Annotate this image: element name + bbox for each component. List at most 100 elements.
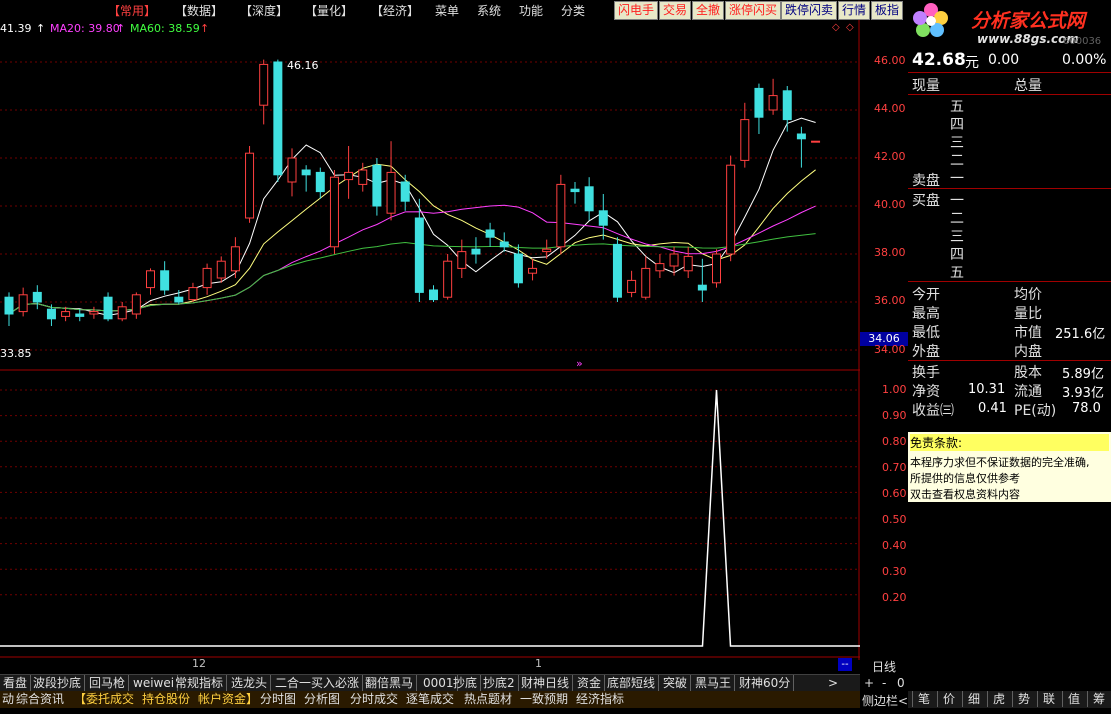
menu-economy[interactable]: 【经济】 <box>371 2 419 19</box>
date-label-1: 1 <box>535 657 542 670</box>
right-tab-7[interactable]: 筹 <box>1087 691 1110 707</box>
indicator-tab-4[interactable]: 常规指标 <box>172 675 228 691</box>
function-tab-3[interactable]: 持仓股份 <box>140 691 192 707</box>
quote-button[interactable]: 行情 <box>838 1 871 20</box>
ma60-line <box>8 233 816 315</box>
function-tab-4[interactable]: 帐户资金】 <box>196 691 260 707</box>
right-tab-5[interactable]: 联 <box>1037 691 1060 707</box>
limit-up-buy-button[interactable]: 涨停闪买 <box>725 1 782 20</box>
indicator-tab-2[interactable]: 回马枪 <box>86 675 130 691</box>
label-outer: 外盘 <box>912 344 940 360</box>
indicator-tab-9[interactable]: 抄底 <box>450 675 482 691</box>
tabs-more-arrow-icon[interactable]: > <box>826 675 840 691</box>
label-turnover: 换手 <box>912 365 940 381</box>
indicator-tab-13[interactable]: 底部短线 <box>604 675 660 691</box>
right-tab-2[interactable]: 细 <box>962 691 985 707</box>
function-tab-1[interactable]: 综合资讯 <box>14 691 66 707</box>
label-pe: PE(动) <box>1014 403 1057 419</box>
zoom-out-button[interactable]: - <box>882 676 886 690</box>
right-tab-6[interactable]: 值 <box>1062 691 1085 707</box>
indicator-tab-11[interactable]: 财神日线 <box>518 675 574 691</box>
chart-area[interactable]: 41.39 ↑ MA20: 39.80 ↑ MA60: 38.59 ↑ ◇ ◇ <box>0 20 860 660</box>
function-tab-10[interactable]: 一致预期 <box>518 691 570 707</box>
lower-axis-050: 0.50 <box>882 513 907 526</box>
nav-arrows-icon[interactable]: » <box>576 357 583 370</box>
disclaimer-box[interactable]: 免责条款: 本程序力求但不保证数据的完全准确, 所提供的信息仅供参考 双击查看权… <box>908 432 1111 502</box>
flash-trade-button[interactable]: 闪电手 <box>614 1 659 20</box>
menu-system[interactable]: 系统 <box>477 2 501 19</box>
indicator-tab-15[interactable]: 黑马王 <box>692 675 736 691</box>
candle-body-up <box>131 294 141 315</box>
collapse-button[interactable]: -- <box>838 658 852 671</box>
diamond-marker-icon: ◇ <box>832 22 840 33</box>
right-tab-3[interactable]: 虎 <box>987 691 1010 707</box>
candle-body-down <box>160 270 170 291</box>
menu-common[interactable]: 【常用】 <box>108 2 156 19</box>
lower-axis-090: 0.90 <box>882 409 907 422</box>
period-daily[interactable]: 日线 <box>872 658 896 675</box>
panel-divider-1 <box>908 72 1111 73</box>
date-label-12: 12 <box>192 657 206 670</box>
menu-depth[interactable]: 【深度】 <box>240 2 288 19</box>
menu-quant[interactable]: 【量化】 <box>305 2 353 19</box>
indicator-tab-1[interactable]: 波段抄底 <box>30 675 86 691</box>
flower-logo-icon <box>913 3 948 37</box>
indicator-tab-3[interactable]: weiwei <box>130 675 179 691</box>
indicator-tab-6[interactable]: 二合一买入必涨 <box>272 675 364 691</box>
zoom-in-button[interactable]: + <box>864 676 874 690</box>
lower-axis-020: 0.20 <box>882 591 907 604</box>
label-avg: 均价 <box>1014 287 1042 303</box>
label-float: 流通 <box>1014 384 1042 400</box>
market-cap-value: 251.6亿 <box>1055 327 1106 342</box>
lower-axis-100: 1.00 <box>882 383 907 396</box>
right-tab-bar: 笔价细虎势联值筹 <box>908 691 1111 708</box>
indicator-tab-0[interactable]: 看盘 <box>0 675 32 691</box>
function-tab-8[interactable]: 逐笔成交 <box>404 691 456 707</box>
indicator-tab-16[interactable]: 财神60分 <box>736 675 795 691</box>
label-market-cap: 市值 <box>1014 325 1042 341</box>
low-marker-label: 33.85 <box>0 347 32 360</box>
candle-body-down <box>471 248 481 255</box>
menu-category[interactable]: 分类 <box>561 2 585 19</box>
function-tab-7[interactable]: 分时成交 <box>348 691 400 707</box>
zoom-reset-button[interactable]: 0 <box>897 676 905 690</box>
menu-data[interactable]: 【数据】 <box>175 2 223 19</box>
candle-body-up <box>768 95 778 111</box>
label-inner: 内盘 <box>1014 344 1042 360</box>
function-tab-11[interactable]: 经济指标 <box>574 691 626 707</box>
indicator-tab-5[interactable]: 选龙头 <box>228 675 272 691</box>
board-index-button[interactable]: 板指 <box>871 1 904 20</box>
menu-function[interactable]: 功能 <box>519 2 543 19</box>
ma20-line <box>8 204 816 315</box>
axis-label-42: 42.00 <box>874 150 906 163</box>
candle-body-up <box>443 260 453 298</box>
indicator-tab-12[interactable]: 资金 <box>574 675 606 691</box>
limit-down-sell-button[interactable]: 跌停闪卖 <box>781 1 838 20</box>
candle-body-up <box>230 246 240 272</box>
indicator-tab-10[interactable]: 抄底2 <box>480 675 519 691</box>
menu-menu[interactable]: 菜单 <box>435 2 459 19</box>
indicator-tab-7[interactable]: 翻倍黑马 <box>362 675 418 691</box>
function-tab-5[interactable]: 分时图 <box>258 691 298 707</box>
sidebar-toggle[interactable]: 侧边栏< <box>862 692 908 709</box>
function-tab-9[interactable]: 热点题材 <box>462 691 514 707</box>
panel-divider-3 <box>908 188 1111 189</box>
right-tab-4[interactable]: 势 <box>1012 691 1035 707</box>
function-tab-2[interactable]: 【委托成交 <box>72 691 136 707</box>
candle-body-down <box>570 188 580 193</box>
kline-chart[interactable]: ◇ ◇ <box>0 20 860 660</box>
indicator-tab-14[interactable]: 突破 <box>660 675 692 691</box>
label-open: 今开 <box>912 287 940 303</box>
diamond-marker-icon-2: ◇ <box>846 22 854 33</box>
buy-level-1: 一 <box>950 193 964 209</box>
candle-body-up <box>358 169 368 185</box>
candle-body-up <box>712 253 721 284</box>
trade-button[interactable]: 交易 <box>659 1 692 20</box>
right-tab-0[interactable]: 笔 <box>912 691 935 707</box>
right-tab-1[interactable]: 价 <box>937 691 960 707</box>
candle-body-up <box>655 263 665 272</box>
candle-body-up <box>811 140 821 143</box>
function-tab-6[interactable]: 分析图 <box>302 691 342 707</box>
cancel-all-button[interactable]: 全撤 <box>692 1 725 20</box>
candle-body-down <box>697 284 707 291</box>
